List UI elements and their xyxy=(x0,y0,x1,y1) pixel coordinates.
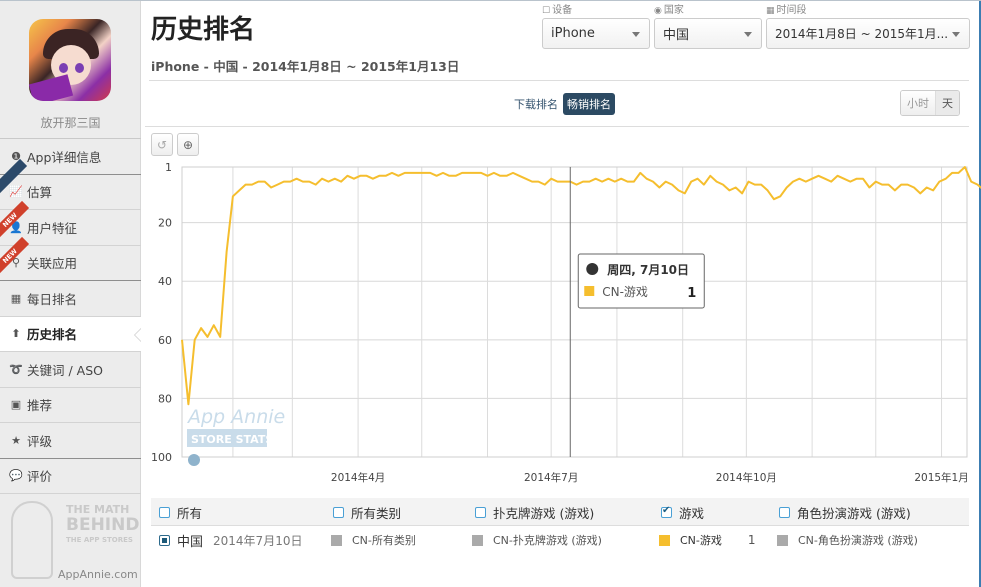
legend-header-3[interactable]: 游戏 xyxy=(661,498,704,526)
legend-header: 所有 所有类别 扑克牌游戏 (游戏) 游戏 角色扮演游戏 (游戏) xyxy=(151,498,969,526)
featured-icon: ▣ xyxy=(10,398,22,412)
legend-checkbox[interactable] xyxy=(779,506,790,518)
sidebar-item-label: 历史排名 xyxy=(27,327,78,343)
plot-border xyxy=(181,166,968,458)
sidebar-item-5[interactable]: ⬆ 历史排名 xyxy=(0,316,142,352)
series-legend: 所有 所有类别 扑克牌游戏 (游戏) 游戏 角色扮演游戏 (游戏) 中国 2014年7月… xyxy=(151,498,969,556)
globe-icon xyxy=(586,263,599,275)
legend-header-label: 所有类别 xyxy=(351,505,402,521)
promo-site: AppAnnie.com xyxy=(58,568,138,581)
legend-header-2[interactable]: 扑克牌游戏 (游戏) xyxy=(475,498,594,526)
legend-country-name: 中国 xyxy=(177,534,204,550)
sidebar-item-4[interactable]: ▦ 每日排名 xyxy=(0,281,141,317)
series-color-swatch xyxy=(331,534,342,546)
mascot-illustration xyxy=(11,501,53,579)
sidebar-item-3[interactable]: NEW ⚲ 关联应用 xyxy=(0,236,141,281)
sidebar-item-7[interactable]: ▣ 推荐 xyxy=(0,388,141,423)
sidebar: 放开那三国 ❶ App详细信息 📈 估算 NEW 👤 用户特征 NEW ⚲ 关联应用 ▦ 每日排名 ⬆ 历… xyxy=(0,1,142,587)
promo-line-2: BEHIND xyxy=(66,515,140,535)
sidebar-nav: ❶ App详细信息 📈 估算 NEW 👤 用户特征 NEW ⚲ 关联应用 ▦ 每日排名 ⬆ 历史排名 ➰ 关键… xyxy=(0,138,142,494)
legend-row-china: 中国 2014年7月10日 CN-所有类别 CN-扑克牌游戏 (游戏) CN-游戏 1… xyxy=(151,526,969,556)
promo-line-3: THE APP STORES xyxy=(66,536,133,544)
legend-entry: CN-角色扮演游戏 (游戏) xyxy=(777,526,918,554)
legend-entry: CN-扑克牌游戏 (游戏) xyxy=(472,526,602,554)
legend-header-0[interactable]: 所有 xyxy=(159,498,202,526)
series-color-swatch xyxy=(659,534,670,546)
arrow-up-icon: ⬆ xyxy=(11,327,21,341)
legend-checkbox[interactable] xyxy=(333,506,344,518)
sidebar-item-label: App详细信息 xyxy=(27,149,102,165)
legend-entry-value: 1 xyxy=(747,533,756,547)
sidebar-item-9[interactable]: 💬 评价 xyxy=(0,459,141,494)
legend-entry-name: CN-扑克牌游戏 (游戏) xyxy=(493,534,602,547)
promo-banner[interactable]: THE MATH BEHIND THE APP STORES AppAnnie.… xyxy=(8,501,139,583)
line-chart-icon: 📈 xyxy=(9,185,23,199)
y-tick-label: 80 xyxy=(158,392,172,405)
legend-header-4[interactable]: 角色扮演游戏 (游戏) xyxy=(779,498,911,526)
legend-checkbox[interactable] xyxy=(475,506,486,518)
legend-entry: CN-游戏 1 xyxy=(659,526,756,554)
sidebar-item-label: 估算 xyxy=(27,185,53,201)
y-tick-label: 40 xyxy=(158,275,172,288)
legend-checkbox[interactable] xyxy=(159,506,170,518)
y-tick-label: 20 xyxy=(158,217,172,230)
legend-checkbox[interactable] xyxy=(661,505,672,518)
keyword-icon: ➰ xyxy=(9,362,23,376)
x-tick-label: 2015年1月 xyxy=(914,471,968,484)
legend-header-label: 游戏 xyxy=(679,505,705,521)
sidebar-item-label: 关键词 / ASO xyxy=(27,362,103,378)
main-content: 历史排名 iPhone - 中国 - 2014年1月8日 ~ 2015年1月13… xyxy=(141,1,981,587)
y-tick-label: 100 xyxy=(151,451,172,464)
sidebar-item-8[interactable]: ★ 评级 xyxy=(0,423,141,459)
legend-header-label: 所有 xyxy=(177,505,203,521)
sidebar-item-label: 推荐 xyxy=(27,398,53,414)
sidebar-item-6[interactable]: ➰ 关键词 / ASO xyxy=(0,352,141,388)
watermark-badge-text: STORE STATS xyxy=(191,433,273,446)
series-color-swatch xyxy=(777,534,788,546)
tooltip-swatch xyxy=(584,286,595,296)
series-color-swatch xyxy=(472,534,483,546)
sidebar-item-label: 评级 xyxy=(27,433,53,449)
x-tick-label: 2014年7月 xyxy=(524,471,578,484)
y-tick-label: 60 xyxy=(158,334,172,347)
legend-entry-name: CN-所有类别 xyxy=(352,534,416,547)
comments-icon: 💬 xyxy=(9,469,23,483)
legend-header-label: 角色扮演游戏 (游戏) xyxy=(797,505,911,521)
sidebar-item-label: 关联应用 xyxy=(27,256,78,272)
sidebar-item-label: 每日排名 xyxy=(27,291,78,307)
legend-header-label: 扑克牌游戏 (游戏) xyxy=(493,505,595,521)
rank-history-chart[interactable]: 1 20 40 60 80 100 2014年4月 2014年7月 2014年10月 2015年1… xyxy=(141,1,981,491)
app-page: 放开那三国 ❶ App详细信息 📈 估算 NEW 👤 用户特征 NEW ⚲ 关联应用 ▦ 每日排名 ⬆ 历… xyxy=(0,0,981,587)
legend-country[interactable]: 中国 2014年7月10日 xyxy=(159,526,302,554)
legend-date: 2014年7月10日 xyxy=(213,533,303,548)
x-tick-label: 2014年10月 xyxy=(716,471,777,484)
legend-entry: CN-所有类别 xyxy=(331,526,416,554)
star-icon: ★ xyxy=(11,433,21,447)
calendar-icon: ▦ xyxy=(10,291,22,305)
tooltip-series: CN-游戏 xyxy=(602,285,648,299)
tooltip-value: 1 xyxy=(687,286,696,301)
sidebar-item-label: 评价 xyxy=(27,469,53,485)
sidebar-item-label: 用户特征 xyxy=(27,220,78,236)
x-tick-label: 2014年4月 xyxy=(331,471,385,484)
legend-entry-name: CN-游戏 xyxy=(680,534,722,547)
y-tick-label: 1 xyxy=(165,161,172,174)
app-name: 放开那三国 xyxy=(40,116,101,130)
app-icon xyxy=(29,19,111,101)
legend-entry-name: CN-角色扮演游戏 (游戏) xyxy=(798,534,918,547)
annotation-icon xyxy=(188,454,200,466)
tooltip-date: 周四, 7月10日 xyxy=(607,263,689,277)
country-radio[interactable] xyxy=(159,534,170,546)
legend-header-1[interactable]: 所有类别 xyxy=(333,498,401,526)
watermark-logo: App Annie xyxy=(186,406,285,428)
